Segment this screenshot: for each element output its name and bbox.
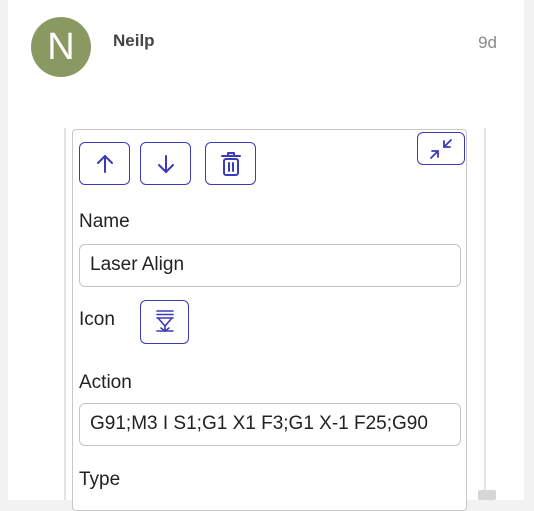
arrow-up-icon bbox=[96, 154, 113, 173]
avatar[interactable]: N bbox=[31, 17, 91, 77]
action-field[interactable]: G91;M3 I S1;G1 X1 F3;G1 X-1 F25;G90 bbox=[79, 403, 461, 446]
collapse-button[interactable] bbox=[417, 132, 465, 165]
laser-icon bbox=[155, 310, 174, 332]
icon-label: Icon bbox=[79, 309, 115, 330]
trash-icon bbox=[220, 151, 241, 176]
scrollbar-thumb[interactable] bbox=[478, 490, 496, 500]
collapse-arrows-icon bbox=[430, 138, 452, 159]
quote-border-right bbox=[484, 128, 486, 500]
action-label: Action bbox=[79, 372, 132, 393]
macro-editor-panel bbox=[72, 129, 467, 511]
icon-picker-button[interactable] bbox=[140, 300, 189, 344]
name-field[interactable]: Laser Align bbox=[79, 244, 461, 287]
post-date[interactable]: 9d bbox=[478, 33, 497, 53]
name-label: Name bbox=[79, 211, 130, 232]
quote-border-left bbox=[64, 128, 66, 500]
move-down-button[interactable] bbox=[140, 142, 191, 185]
delete-button[interactable] bbox=[205, 142, 256, 185]
arrow-down-icon bbox=[157, 154, 174, 173]
username[interactable]: Neilp bbox=[113, 31, 155, 51]
type-label: Type bbox=[79, 469, 121, 490]
move-up-button[interactable] bbox=[79, 142, 130, 185]
